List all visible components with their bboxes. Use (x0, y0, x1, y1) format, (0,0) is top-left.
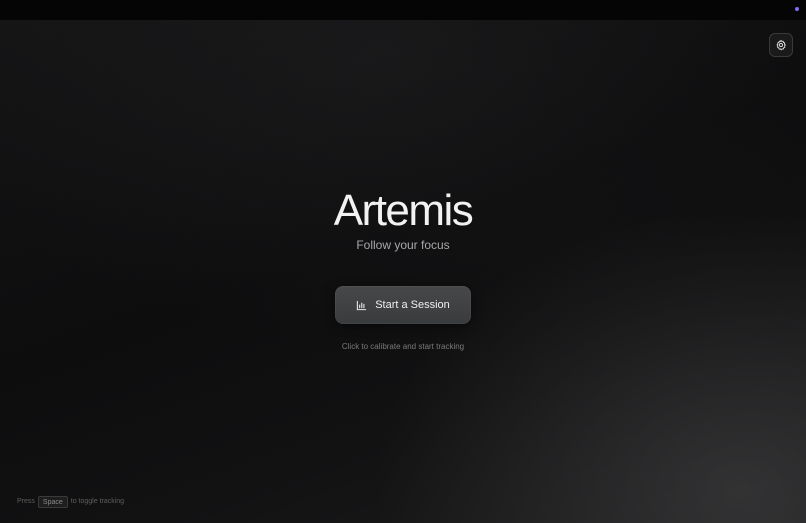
shortcut-hint: Press Space to toggle tracking (17, 495, 124, 508)
shortcut-suffix: to toggle tracking (70, 498, 125, 505)
app-title: Artemis (333, 186, 474, 235)
settings-button[interactable] (769, 33, 793, 57)
bar-chart-icon (356, 300, 367, 311)
status-indicator (795, 7, 799, 11)
shortcut-prefix: Press (17, 498, 35, 505)
start-session-label: Start a Session (375, 299, 450, 311)
start-session-button[interactable]: Start a Session (335, 286, 471, 324)
gear-icon (775, 39, 787, 51)
calibration-hint: Click to calibrate and start tracking (341, 342, 465, 351)
app-window: Artemis Follow your focus Start a Sessio… (0, 0, 806, 523)
main-content (0, 20, 806, 523)
tagline: Follow your focus (356, 238, 450, 252)
title-bar (0, 0, 806, 20)
space-key: Space (37, 495, 68, 508)
